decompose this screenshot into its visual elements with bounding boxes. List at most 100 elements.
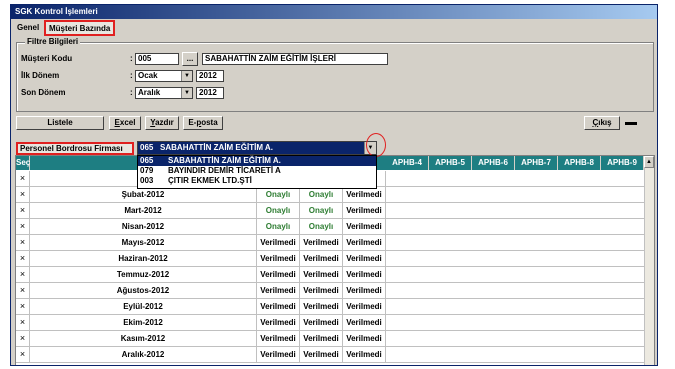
status-cell: Verilmedi — [343, 251, 386, 267]
period-cell: Ağustos-2012 — [30, 283, 257, 299]
table-row[interactable]: × Nisan-2012 Onaylı Onaylı Verilmedi — [16, 219, 654, 235]
period-cell: Nisan-2012 — [30, 219, 257, 235]
firma-combobox[interactable]: 065 SABAHATTİN ZAİM EĞİTİM A. ▼ — [137, 141, 377, 155]
select-x-icon[interactable]: × — [16, 219, 30, 235]
start-month-select[interactable]: Ocak ▼ — [135, 70, 193, 82]
select-x-icon[interactable]: × — [16, 203, 30, 219]
select-x-icon[interactable]: × — [16, 187, 30, 203]
table-row[interactable]: × Mayıs-2012 Verilmedi Verilmedi Verilmedi — [16, 235, 654, 251]
minimize-dash-icon — [625, 122, 637, 125]
customer-name-field: SABAHATTİN ZAİM EĞİTİM İŞLERİ — [202, 53, 388, 65]
status-cell: Verilmedi — [257, 331, 300, 347]
table-row[interactable]: × Haziran-2012 Verilmedi Verilmedi Verilmedi — [16, 251, 654, 267]
eposta-label: osta — [201, 118, 218, 127]
table-row[interactable]: × Şubat-2012 Onaylı Onaylı Verilmedi — [16, 187, 654, 203]
yazdir-button[interactable]: Yazdır — [145, 116, 179, 130]
sgk-kontrol-window: SGK Kontrol İşlemleri Genel Müşteri Bazı… — [10, 4, 658, 366]
customer-code-input[interactable]: 005 — [135, 53, 179, 65]
header-aphb8[interactable]: APHB-8 — [558, 156, 601, 170]
header-aphb5[interactable]: APHB-5 — [429, 156, 472, 170]
header-aphb4[interactable]: APHB-4 — [386, 156, 429, 170]
chevron-down-icon[interactable]: ▼ — [181, 88, 192, 98]
filter-group: Filtre Bilgileri Müşteri Kodu : 005 ... … — [16, 37, 654, 112]
filter-group-title: Filtre Bilgileri — [25, 37, 81, 46]
status-cell: Verilmedi — [343, 315, 386, 331]
firma-option[interactable]: 079 BAYINDIR DEMİR TİCARETİ A — [138, 166, 376, 176]
status-cell: Verilmedi — [343, 203, 386, 219]
status-cell: Onaylı — [257, 203, 300, 219]
select-x-icon[interactable]: × — [16, 299, 30, 315]
end-month-select[interactable]: Aralık ▼ — [135, 87, 193, 99]
select-x-icon[interactable]: × — [16, 315, 30, 331]
status-cell: Onaylı — [257, 219, 300, 235]
browse-button[interactable]: ... — [182, 52, 198, 66]
window-title: SGK Kontrol İşlemleri — [11, 5, 657, 19]
listele-button[interactable]: Listele — [16, 116, 104, 130]
select-x-icon[interactable]: × — [16, 331, 30, 347]
status-cell: Verilmedi — [257, 251, 300, 267]
table-row[interactable]: × Aralık-2012 Verilmedi Verilmedi Verilmedi — [16, 347, 654, 363]
table-row[interactable]: × Mart-2012 Onaylı Onaylı Verilmedi — [16, 203, 654, 219]
status-cell: Verilmedi — [343, 235, 386, 251]
cikis-button[interactable]: Çıkış — [584, 116, 620, 130]
firma-dropdown-list: 065 SABAHATTİN ZAİM EĞİTİM A. 079 BAYINDIR… — [137, 155, 377, 189]
status-cell: Verilmedi — [300, 235, 343, 251]
period-cell: Mart-2012 — [30, 203, 257, 219]
table-row[interactable]: × Ağustos-2012 Verilmedi Verilmedi Verilmedi — [16, 283, 654, 299]
eposta-button[interactable]: E-posta — [183, 116, 223, 130]
excel-button[interactable]: Excel — [109, 116, 141, 130]
header-aphb6[interactable]: APHB-6 — [472, 156, 515, 170]
period-cell: Kasım-2012 — [30, 331, 257, 347]
status-cell: Verilmedi — [300, 347, 343, 363]
header-sec[interactable]: Seç — [16, 156, 30, 170]
firma-selected-name: SABAHATTİN ZAİM EĞİTİM A. — [160, 143, 273, 152]
start-year-input[interactable]: 2012 — [196, 70, 224, 82]
table-row[interactable]: × Kasım-2012 Verilmedi Verilmedi Verilmedi — [16, 331, 654, 347]
firma-option[interactable]: 003 ÇITIR EKMEK LTD.ŞTİ — [138, 176, 376, 186]
firma-option-name: SABAHATTİN ZAİM EĞİTİM A. — [168, 156, 281, 165]
status-cell: Verilmedi — [300, 283, 343, 299]
status-cell: Verilmedi — [300, 299, 343, 315]
tab-musteri-bazinda[interactable]: Müşteri Bazında — [43, 20, 116, 36]
select-x-icon[interactable]: × — [16, 235, 30, 251]
chevron-down-icon[interactable]: ▼ — [181, 71, 192, 81]
header-aphb7[interactable]: APHB-7 — [515, 156, 558, 170]
colon: : — [130, 71, 133, 80]
period-cell: Aralık-2012 — [30, 347, 257, 363]
tab-genel[interactable]: Genel — [14, 21, 42, 35]
period-cell: Mayıs-2012 — [30, 235, 257, 251]
end-year-input[interactable]: 2012 — [196, 87, 224, 99]
table-row[interactable]: × Eylül-2012 Verilmedi Verilmedi Verilmedi — [16, 299, 654, 315]
firma-option[interactable]: 065 SABAHATTİN ZAİM EĞİTİM A. — [138, 156, 376, 166]
cikis-label: ıkış — [598, 118, 612, 127]
colon: : — [130, 54, 133, 63]
customer-code-label: Müşteri Kodu — [21, 54, 73, 63]
firma-option-name: ÇITIR EKMEK LTD.ŞTİ — [168, 176, 252, 185]
header-aphb9[interactable]: APHB-9 — [601, 156, 644, 170]
status-cell: Verilmedi — [257, 299, 300, 315]
status-cell: Verilmedi — [257, 347, 300, 363]
table-row[interactable]: × Temmuz-2012 Verilmedi Verilmedi Verilmedi — [16, 267, 654, 283]
start-month-value: Ocak — [138, 71, 158, 80]
scroll-up-icon[interactable]: ▲ — [644, 156, 654, 168]
status-cell: Verilmedi — [343, 219, 386, 235]
status-cell: Verilmedi — [343, 299, 386, 315]
period-cell: Haziran-2012 — [30, 251, 257, 267]
firma-option-code: 003 — [140, 176, 154, 185]
status-cell: Onaylı — [300, 203, 343, 219]
select-x-icon[interactable]: × — [16, 283, 30, 299]
select-x-icon[interactable]: × — [16, 267, 30, 283]
period-cell: Eylül-2012 — [30, 299, 257, 315]
highlight-circle — [366, 133, 386, 157]
vertical-scrollbar[interactable]: ▲ — [644, 156, 654, 365]
select-x-icon[interactable]: × — [16, 251, 30, 267]
table-row[interactable]: × Ekim-2012 Verilmedi Verilmedi Verilmedi — [16, 315, 654, 331]
select-x-icon[interactable]: × — [16, 347, 30, 363]
select-x-icon[interactable]: × — [16, 171, 30, 187]
status-cell: Verilmedi — [343, 187, 386, 203]
status-cell: Verilmedi — [343, 331, 386, 347]
status-cell: Verilmedi — [343, 347, 386, 363]
period-cell: Temmuz-2012 — [30, 267, 257, 283]
status-cell: Verilmedi — [300, 267, 343, 283]
end-month-value: Aralık — [138, 88, 161, 97]
